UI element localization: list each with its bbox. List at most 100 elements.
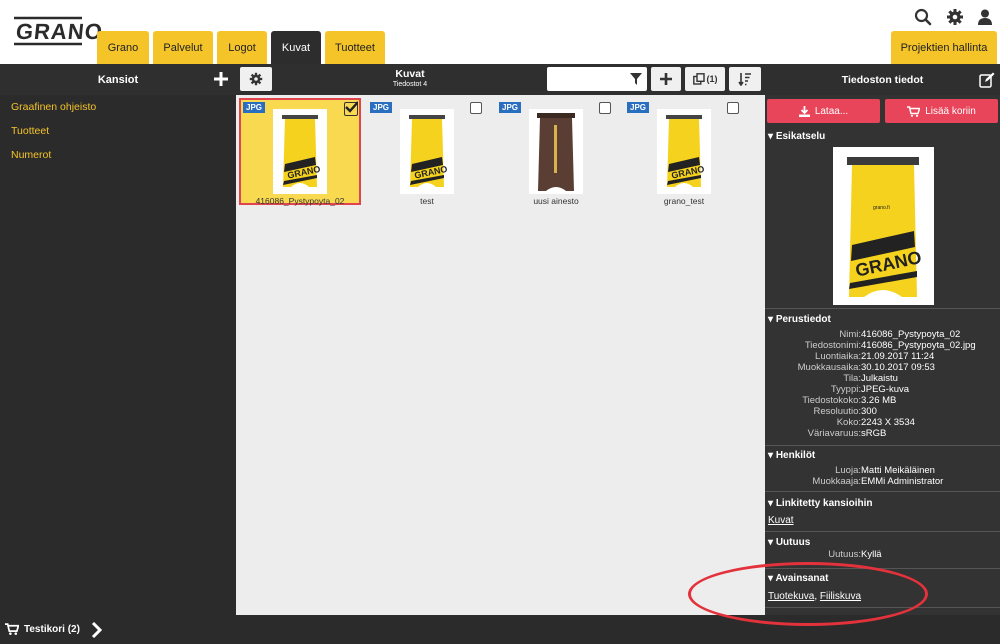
edit-icon[interactable] (979, 72, 995, 88)
info-row: Tiedostokoko: 3.26 MB (765, 395, 1000, 406)
divider (765, 308, 1000, 309)
file-card[interactable]: JPG uusi ainesto (495, 98, 617, 206)
tab-palvelut[interactable]: Palvelut (153, 31, 213, 64)
info-value: EMMi Administrator (861, 476, 944, 487)
checkmark-icon (345, 101, 358, 113)
search-icon[interactable] (914, 8, 932, 26)
add-file-button[interactable] (651, 67, 681, 91)
grano-logo[interactable]: GRANO (12, 16, 104, 46)
folder-settings-button[interactable] (240, 67, 272, 91)
svg-text:grano.fi: grano.fi (873, 205, 890, 211)
tab-logot[interactable]: Logot (217, 31, 267, 64)
keyword-link[interactable]: Tuotekuva (768, 591, 814, 602)
user-icon[interactable] (976, 8, 994, 26)
gear-icon (249, 72, 263, 86)
gear-icon[interactable] (946, 8, 964, 26)
download-label: Lataa... (814, 105, 849, 117)
info-value: 416086_Pystypoyta_02.jpg (861, 340, 976, 351)
file-name: grano_test (663, 196, 705, 206)
folders-title: Kansiot (97, 73, 139, 86)
sort-button[interactable] (729, 67, 761, 91)
keyword-separator: , (814, 591, 818, 602)
copy-selected-button[interactable]: (1) (685, 67, 725, 91)
filter-icon[interactable] (630, 73, 642, 85)
cart-label: Testikori (2) (24, 623, 80, 635)
toolbar: Kansiot Kuvat Tiedostot 4 (1) Tiedoston … (0, 64, 1000, 95)
info-value: 2243 X 3534 (861, 417, 915, 428)
folder-item-numerot[interactable]: Numerot (11, 149, 51, 161)
tab-label: Grano (107, 41, 139, 54)
search-filter-field[interactable] (547, 67, 647, 91)
preview-image: grano.fi GRANO (833, 147, 934, 305)
caret-down-icon: ▾ (768, 131, 776, 142)
logo-text: GRANO (14, 19, 105, 44)
section-keywords-toggle[interactable]: ▾ Avainsanat (768, 573, 828, 584)
info-row: Tiedostonimi: 416086_Pystypoyta_02.jpg (765, 340, 1000, 351)
info-key: Väriavaruus: (807, 428, 861, 439)
center-title: Kuvat (395, 68, 425, 80)
folder-item-graafinen-ohjeisto[interactable]: Graafinen ohjeisto (11, 101, 96, 113)
cart-icon (5, 623, 19, 635)
checkbox[interactable] (727, 102, 739, 114)
divider (765, 568, 1000, 569)
info-value: sRGB (861, 428, 887, 439)
top-bar: GRANO Grano Palvelut Logot Kuvat Tuottee… (0, 0, 1000, 64)
checkbox[interactable] (470, 102, 482, 114)
search-input[interactable] (550, 70, 626, 88)
info-value: 416086_Pystypoyta_02 (861, 329, 961, 340)
divider (765, 445, 1000, 446)
cart-button[interactable]: Testikori (2) (5, 623, 80, 635)
footer-cart-bar: Testikori (2) (0, 615, 1000, 644)
checkbox-checked[interactable] (344, 101, 358, 116)
info-row: Nimi: 416086_Pystypoyta_02 (765, 329, 1000, 340)
info-key: Muokkausaika: (797, 362, 861, 373)
tab-label: Tuotteet (335, 41, 375, 54)
section-title: Perustiedot (775, 314, 831, 325)
download-button[interactable]: Lataa... (767, 99, 880, 123)
linked-folder-link[interactable]: Kuvat (768, 515, 794, 526)
project-management-button[interactable]: Projektien hallinta (891, 31, 997, 64)
chevron-right-icon[interactable] (90, 621, 104, 639)
checkbox[interactable] (599, 102, 611, 114)
section-title: Avainsanat (775, 573, 829, 584)
caret-down-icon: ▾ (768, 498, 776, 509)
add-folder-icon[interactable] (213, 71, 229, 87)
tab-tuotteet[interactable]: Tuotteet (325, 31, 385, 64)
add-to-cart-button[interactable]: Lisää koriin (885, 99, 998, 123)
copy-icon (692, 73, 705, 85)
info-row: Muokkausaika: 30.10.2017 09:53 (765, 362, 1000, 373)
file-thumbnail (529, 109, 583, 194)
info-row: Luoja: Matti Meikäläinen (765, 465, 1000, 476)
tab-grano[interactable]: Grano (97, 31, 149, 64)
section-title: Uutuus (775, 537, 811, 548)
folder-item-tuotteet[interactable]: Tuotteet (11, 125, 49, 137)
divider (765, 491, 1000, 492)
section-basic-info-toggle[interactable]: ▾ Perustiedot (768, 314, 831, 325)
tab-label: Kuvat (281, 41, 311, 54)
file-card[interactable]: JPG GRANO test (366, 98, 488, 206)
info-key: Tiedostokoko: (802, 395, 861, 406)
section-linked-folders-toggle[interactable]: ▾ Linkitetty kansioihin (768, 498, 873, 509)
details-header: Tiedoston tiedot (765, 64, 1000, 95)
file-card[interactable]: JPG GRANO 416086_Pystypoyta_02 (239, 98, 361, 206)
info-value: JPEG-kuva (861, 384, 910, 395)
info-row: Luontiaika: 21.09.2017 11:24 (765, 351, 1000, 362)
section-persons-toggle[interactable]: ▾ Henkilöt (768, 450, 815, 461)
news-row: Uutuus: Kyllä (765, 550, 1000, 560)
file-name: uusi ainesto (533, 196, 579, 206)
info-row: Koko: 2243 X 3534 (765, 417, 1000, 428)
keyword-link[interactable]: Fiiliskuva (820, 591, 861, 602)
file-type-badge: JPG (370, 102, 393, 113)
keywords-list: Tuotekuva, Fiiliskuva (768, 591, 861, 602)
news-key: Uutuus: (828, 550, 861, 560)
file-card[interactable]: JPG GRANO grano_test (623, 98, 745, 206)
tab-kuvat[interactable]: Kuvat (271, 31, 321, 64)
file-name: 416086_Pystypoyta_02 (255, 196, 345, 206)
file-grid: JPG GRANO 416086_Pystypoyta_02 JPG GRANO… (236, 95, 765, 615)
file-type-badge: JPG (243, 102, 266, 113)
info-key: Tila: (843, 373, 861, 384)
file-thumbnail: GRANO (657, 109, 711, 194)
section-preview-toggle[interactable]: ▾ Esikatselu (768, 131, 825, 142)
project-button-label: Projektien hallinta (900, 41, 988, 54)
section-news-toggle[interactable]: ▾ Uutuus (768, 537, 810, 548)
